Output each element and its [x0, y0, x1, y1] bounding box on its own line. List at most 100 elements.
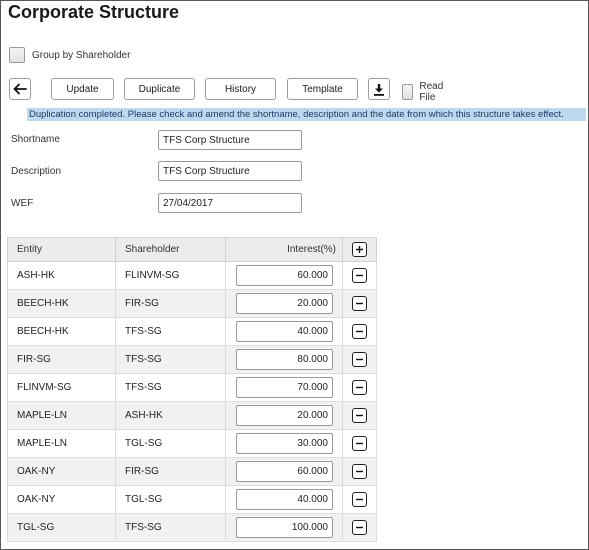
minus-icon — [356, 498, 363, 501]
corporate-structure-window: Corporate Structure Group by Shareholder… — [0, 0, 589, 550]
interest-cell — [225, 317, 343, 346]
structure-table: Entity Shareholder Interest(%) ASH-HK FLI… — [7, 237, 377, 542]
remove-row-button[interactable] — [352, 520, 367, 535]
remove-row-button[interactable] — [352, 436, 367, 451]
back-button[interactable] — [9, 78, 31, 100]
structure-table-body: ASH-HKFLINVM-SGBEECH-HKFIR-SGBEECH-HKTFS… — [7, 261, 377, 542]
table-row: OAK-NY TGL-SG — [7, 485, 377, 514]
interest-input[interactable] — [236, 265, 333, 286]
remove-row-button[interactable] — [352, 380, 367, 395]
remove-row-button[interactable] — [352, 408, 367, 423]
page-title: Corporate Structure — [8, 2, 180, 22]
remove-row-button[interactable] — [352, 268, 367, 283]
template-button[interactable]: Template — [287, 78, 358, 100]
history-button[interactable]: History — [205, 78, 276, 100]
read-file-row[interactable]: Read File — [402, 81, 448, 103]
entity-cell: OAK-NY — [7, 457, 116, 486]
shareholder-cell: TFS-SG — [115, 513, 226, 542]
entity-cell: BEECH-HK — [7, 317, 116, 346]
interest-input[interactable] — [236, 489, 333, 510]
minus-icon — [356, 386, 363, 389]
interest-input[interactable] — [236, 517, 333, 538]
shortname-label: Shortname — [11, 134, 60, 145]
wef-label: WEF — [11, 198, 34, 209]
minus-icon — [356, 330, 363, 333]
interest-cell — [225, 373, 343, 402]
group-by-shareholder-row[interactable]: Group by Shareholder — [9, 47, 130, 63]
shortname-input[interactable] — [158, 130, 302, 150]
table-row: OAK-NY FIR-SG — [7, 457, 377, 486]
shareholder-cell: TGL-SG — [115, 429, 226, 458]
entity-cell: BEECH-HK — [7, 289, 116, 318]
table-row: BEECH-HK TFS-SG — [7, 317, 377, 346]
remove-row-button[interactable] — [352, 324, 367, 339]
interest-input[interactable] — [236, 321, 333, 342]
remove-row-cell — [342, 261, 377, 290]
update-button[interactable]: Update — [51, 78, 114, 100]
status-message: Duplication completed. Please check and … — [27, 108, 586, 121]
arrow-left-icon — [13, 83, 27, 95]
minus-icon — [356, 526, 363, 529]
download-icon — [374, 83, 384, 96]
entity-column-header[interactable]: Entity — [7, 237, 116, 262]
table-row: MAPLE-LN TGL-SG — [7, 429, 377, 458]
wef-date-input[interactable] — [158, 193, 302, 213]
plus-icon — [356, 246, 363, 253]
entity-cell: FIR-SG — [7, 345, 116, 374]
table-row: FLINVM-SG TFS-SG — [7, 373, 377, 402]
entity-cell: ASH-HK — [7, 261, 116, 290]
table-header-row: Entity Shareholder Interest(%) — [7, 237, 377, 262]
remove-row-button[interactable] — [352, 492, 367, 507]
interest-cell — [225, 401, 343, 430]
add-row-cell — [342, 237, 377, 262]
remove-row-cell — [342, 317, 377, 346]
shareholder-cell: TFS-SG — [115, 373, 226, 402]
remove-row-cell — [342, 289, 377, 318]
interest-cell — [225, 345, 343, 374]
interest-cell — [225, 513, 343, 542]
shareholder-column-header[interactable]: Shareholder — [115, 237, 226, 262]
description-label: Description — [11, 166, 62, 177]
interest-cell — [225, 429, 343, 458]
duplicate-button[interactable]: Duplicate — [124, 78, 195, 100]
shareholder-cell: ASH-HK — [115, 401, 226, 430]
download-button[interactable] — [368, 78, 390, 100]
interest-input[interactable] — [236, 461, 333, 482]
shareholder-cell: FLINVM-SG — [115, 261, 226, 290]
group-by-shareholder-label: Group by Shareholder — [32, 49, 131, 61]
table-row: BEECH-HK FIR-SG — [7, 289, 377, 318]
table-row: MAPLE-LN ASH-HK — [7, 401, 377, 430]
interest-input[interactable] — [236, 433, 333, 454]
read-file-checkbox[interactable] — [402, 84, 414, 100]
minus-icon — [356, 274, 363, 277]
shareholder-cell: FIR-SG — [115, 289, 226, 318]
minus-icon — [356, 358, 363, 361]
remove-row-cell — [342, 345, 377, 374]
interest-cell — [225, 289, 343, 318]
remove-row-button[interactable] — [352, 464, 367, 479]
interest-input[interactable] — [236, 405, 333, 426]
minus-icon — [356, 414, 363, 417]
entity-cell: FLINVM-SG — [7, 373, 116, 402]
remove-row-button[interactable] — [352, 296, 367, 311]
remove-row-button[interactable] — [352, 352, 367, 367]
table-row: FIR-SG TFS-SG — [7, 345, 377, 374]
remove-row-cell — [342, 429, 377, 458]
read-file-label: Read File — [419, 81, 444, 103]
table-row: TGL-SG TFS-SG — [7, 513, 377, 542]
minus-icon — [356, 442, 363, 445]
add-row-button[interactable] — [352, 242, 367, 257]
interest-input[interactable] — [236, 377, 333, 398]
shareholder-cell: TGL-SG — [115, 485, 226, 514]
remove-row-cell — [342, 373, 377, 402]
interest-column-header[interactable]: Interest(%) — [225, 237, 343, 262]
interest-input[interactable] — [236, 293, 333, 314]
shareholder-cell: TFS-SG — [115, 317, 226, 346]
entity-cell: TGL-SG — [7, 513, 116, 542]
entity-cell: MAPLE-LN — [7, 401, 116, 430]
group-by-shareholder-checkbox[interactable] — [9, 47, 25, 63]
description-input[interactable] — [158, 161, 302, 181]
shareholder-cell: TFS-SG — [115, 345, 226, 374]
interest-input[interactable] — [236, 349, 333, 370]
remove-row-cell — [342, 457, 377, 486]
